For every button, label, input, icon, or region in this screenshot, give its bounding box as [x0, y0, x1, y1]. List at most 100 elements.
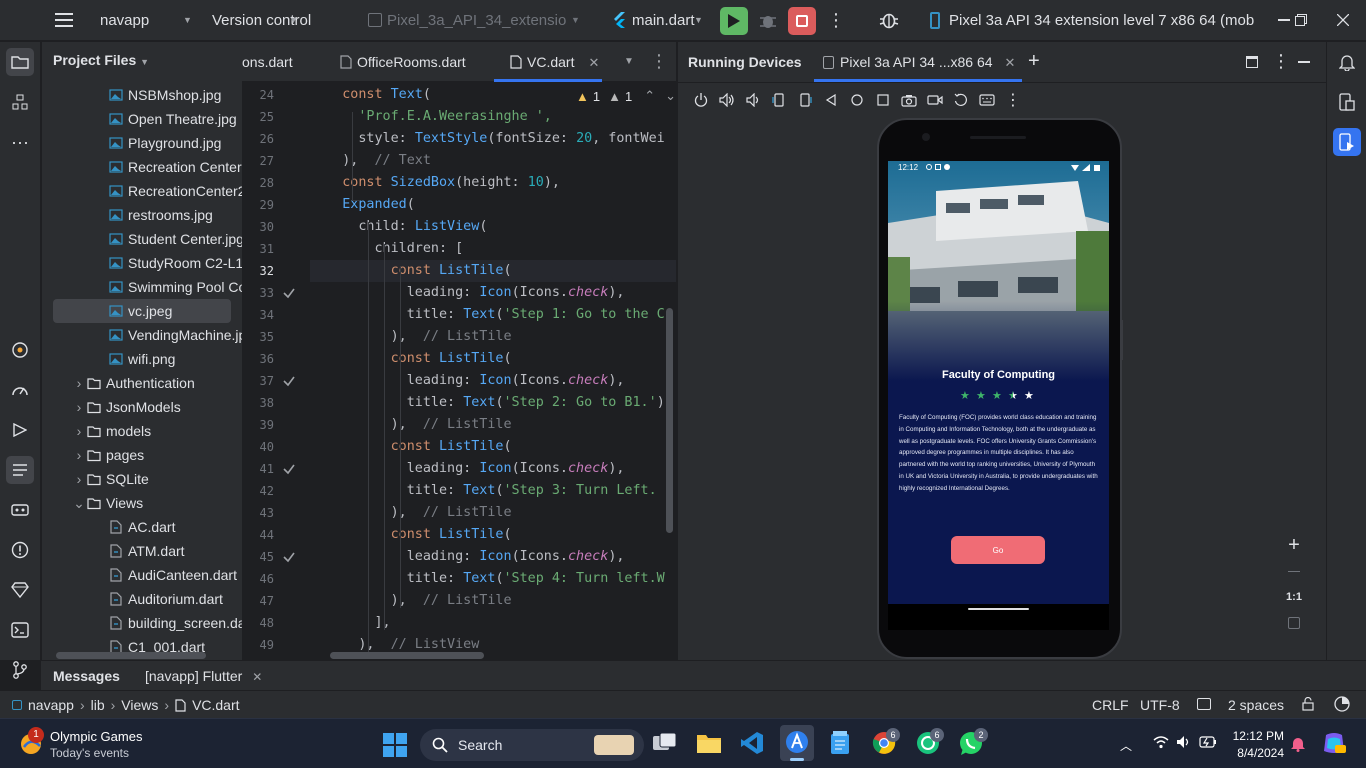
code-line[interactable]: title: Text('Step 3: Turn Left.: [310, 480, 657, 502]
tabs-dropdown-icon[interactable]: ▼: [624, 56, 634, 67]
code-area[interactable]: 24 const Text(25 'Prof.E.A.Weerasinghe '…: [242, 82, 676, 660]
bug-icon[interactable]: [878, 9, 900, 31]
code-line[interactable]: children: [: [310, 238, 463, 260]
device-manager-icon[interactable]: [1333, 88, 1361, 116]
tree-folder[interactable]: › models: [53, 419, 231, 443]
tree-folder[interactable]: › JsonModels: [53, 395, 231, 419]
breadcrumb-item[interactable]: VC.dart: [192, 697, 239, 713]
code-line[interactable]: const ListTile(: [310, 524, 512, 546]
tree-folder[interactable]: › pages: [53, 443, 231, 467]
back-icon[interactable]: [818, 90, 844, 110]
overview-icon[interactable]: [870, 90, 896, 110]
tree-file[interactable]: Playground.jpg: [53, 131, 231, 155]
structure-icon[interactable]: [6, 88, 34, 116]
project-selector[interactable]: navapp: [100, 0, 149, 41]
read-only-indicator-icon[interactable]: [1197, 698, 1211, 710]
chevron-right-icon[interactable]: ›: [71, 467, 87, 491]
check-gutter-icon[interactable]: [282, 550, 296, 564]
run-tool-icon[interactable]: [6, 416, 34, 444]
code-line[interactable]: ), // ListTile: [310, 590, 512, 612]
check-gutter-icon[interactable]: [282, 374, 296, 388]
close-tab-icon[interactable]: ✕: [1005, 55, 1016, 70]
zoom-actual-size-button[interactable]: 1:1: [1280, 588, 1308, 606]
stop-button[interactable]: [788, 7, 816, 35]
tree-file[interactable]: restrooms.jpg: [53, 203, 231, 227]
version-control-icon[interactable]: [6, 656, 34, 684]
tree-file[interactable]: ATM.dart: [53, 539, 231, 563]
tree-file[interactable]: StudyRoom C2-L11: [53, 251, 242, 275]
tree-folder[interactable]: ⌄ Views: [53, 491, 231, 515]
rotate-right-icon[interactable]: [792, 90, 818, 110]
rotate-left-icon[interactable]: [766, 90, 792, 110]
tree-file[interactable]: AC.dart: [53, 515, 231, 539]
phone-screen[interactable]: 12:12 Faculty of Computing ★ ★ ★ ★ ★ Faculty…: [888, 161, 1109, 604]
copilot-icon[interactable]: [1322, 731, 1346, 755]
more-vertical-icon[interactable]: ⋮: [1000, 90, 1026, 110]
dashboard-icon[interactable]: [6, 376, 34, 404]
chevron-right-icon[interactable]: ›: [71, 419, 87, 443]
more-vertical-icon[interactable]: ⋮: [827, 10, 845, 30]
more-vertical-icon[interactable]: ⋮: [650, 51, 668, 72]
lock-icon[interactable]: [1302, 697, 1314, 711]
close-tab-icon[interactable]: ✕: [252, 670, 262, 684]
code-line[interactable]: title: Text('Step 2: Go to B1.'): [310, 392, 665, 414]
notepad-icon[interactable]: [830, 731, 850, 755]
terminal-icon[interactable]: [6, 616, 34, 644]
wifi-icon[interactable]: [1153, 735, 1169, 749]
tab-vc-dart[interactable]: VC.dart ✕: [510, 42, 599, 82]
logcat-icon[interactable]: [6, 456, 34, 484]
indent-settings[interactable]: 2 spaces: [1228, 697, 1284, 713]
clock-time[interactable]: 12:12 PM: [1230, 729, 1284, 743]
zoom-out-button[interactable]: [1288, 571, 1300, 572]
close-icon[interactable]: [1336, 13, 1350, 27]
run-config-selector[interactable]: main.dart: [632, 0, 695, 41]
screenshot-icon[interactable]: [896, 90, 922, 110]
vertical-scrollbar[interactable]: [666, 308, 673, 533]
code-line[interactable]: const ListTile(: [310, 260, 676, 282]
more-horizontal-icon[interactable]: ···: [6, 128, 34, 156]
chevron-down-icon[interactable]: ⌄: [71, 491, 87, 515]
check-gutter-icon[interactable]: [282, 462, 296, 476]
add-device-icon[interactable]: +: [1028, 50, 1040, 73]
tree-file[interactable]: NSBMshop.jpg: [53, 83, 231, 107]
keyboard-icon[interactable]: [974, 90, 1000, 110]
go-button[interactable]: Go: [951, 536, 1045, 564]
chevron-right-icon[interactable]: ›: [71, 395, 87, 419]
code-line[interactable]: ), // ListTile: [310, 502, 512, 524]
windows-start-icon[interactable]: [383, 733, 407, 757]
tree-file[interactable]: vc.jpeg: [53, 299, 231, 323]
tree-file[interactable]: building_screen.da: [53, 611, 242, 635]
code-line[interactable]: child: ListView(: [310, 216, 487, 238]
maximize-panel-icon[interactable]: [1246, 56, 1258, 68]
code-line[interactable]: leading: Icon(Icons.check),: [310, 546, 625, 568]
chevron-right-icon[interactable]: ›: [71, 371, 87, 395]
more-vertical-icon[interactable]: ⋮: [1272, 51, 1290, 72]
tree-file[interactable]: Open Theatre.jpg: [53, 107, 237, 131]
code-line[interactable]: leading: Icon(Icons.check),: [310, 370, 625, 392]
code-line[interactable]: const SizedBox(height: 10),: [310, 172, 560, 194]
gesture-handle[interactable]: [968, 608, 1029, 610]
check-gutter-icon[interactable]: [282, 286, 296, 300]
code-line[interactable]: style: TextStyle(fontSize: 20, fontWei: [310, 128, 664, 150]
snapshot-icon[interactable]: [948, 90, 974, 110]
problems-icon[interactable]: [6, 536, 34, 564]
tree-file[interactable]: Recreation Center: [53, 155, 242, 179]
breadcrumb-item[interactable]: Views: [121, 697, 158, 713]
power-icon[interactable]: [688, 90, 714, 110]
code-line[interactable]: ), // ListTile: [310, 326, 512, 348]
zoom-fit-button[interactable]: [1288, 617, 1300, 629]
tree-folder[interactable]: › SQLite: [53, 467, 231, 491]
chevron-right-icon[interactable]: ›: [71, 443, 87, 467]
debug-icon[interactable]: [757, 10, 779, 32]
code-line[interactable]: 'Prof.E.A.Weerasinghe ',: [310, 106, 551, 128]
code-line[interactable]: const Text(: [310, 84, 431, 106]
screen-record-icon[interactable]: [922, 90, 948, 110]
tree-file[interactable]: Swimming Pool Co: [53, 275, 242, 299]
file-encoding[interactable]: UTF-8: [1140, 697, 1180, 713]
memory-indicator-icon[interactable]: [1333, 695, 1351, 713]
line-separator[interactable]: CRLF: [1092, 697, 1129, 713]
tree-file[interactable]: wifi.png: [53, 347, 231, 371]
widget-title[interactable]: Olympic Games: [50, 729, 142, 744]
project-panel-title[interactable]: Project Files ▼: [53, 52, 149, 68]
code-line[interactable]: ), // ListTile: [310, 414, 512, 436]
